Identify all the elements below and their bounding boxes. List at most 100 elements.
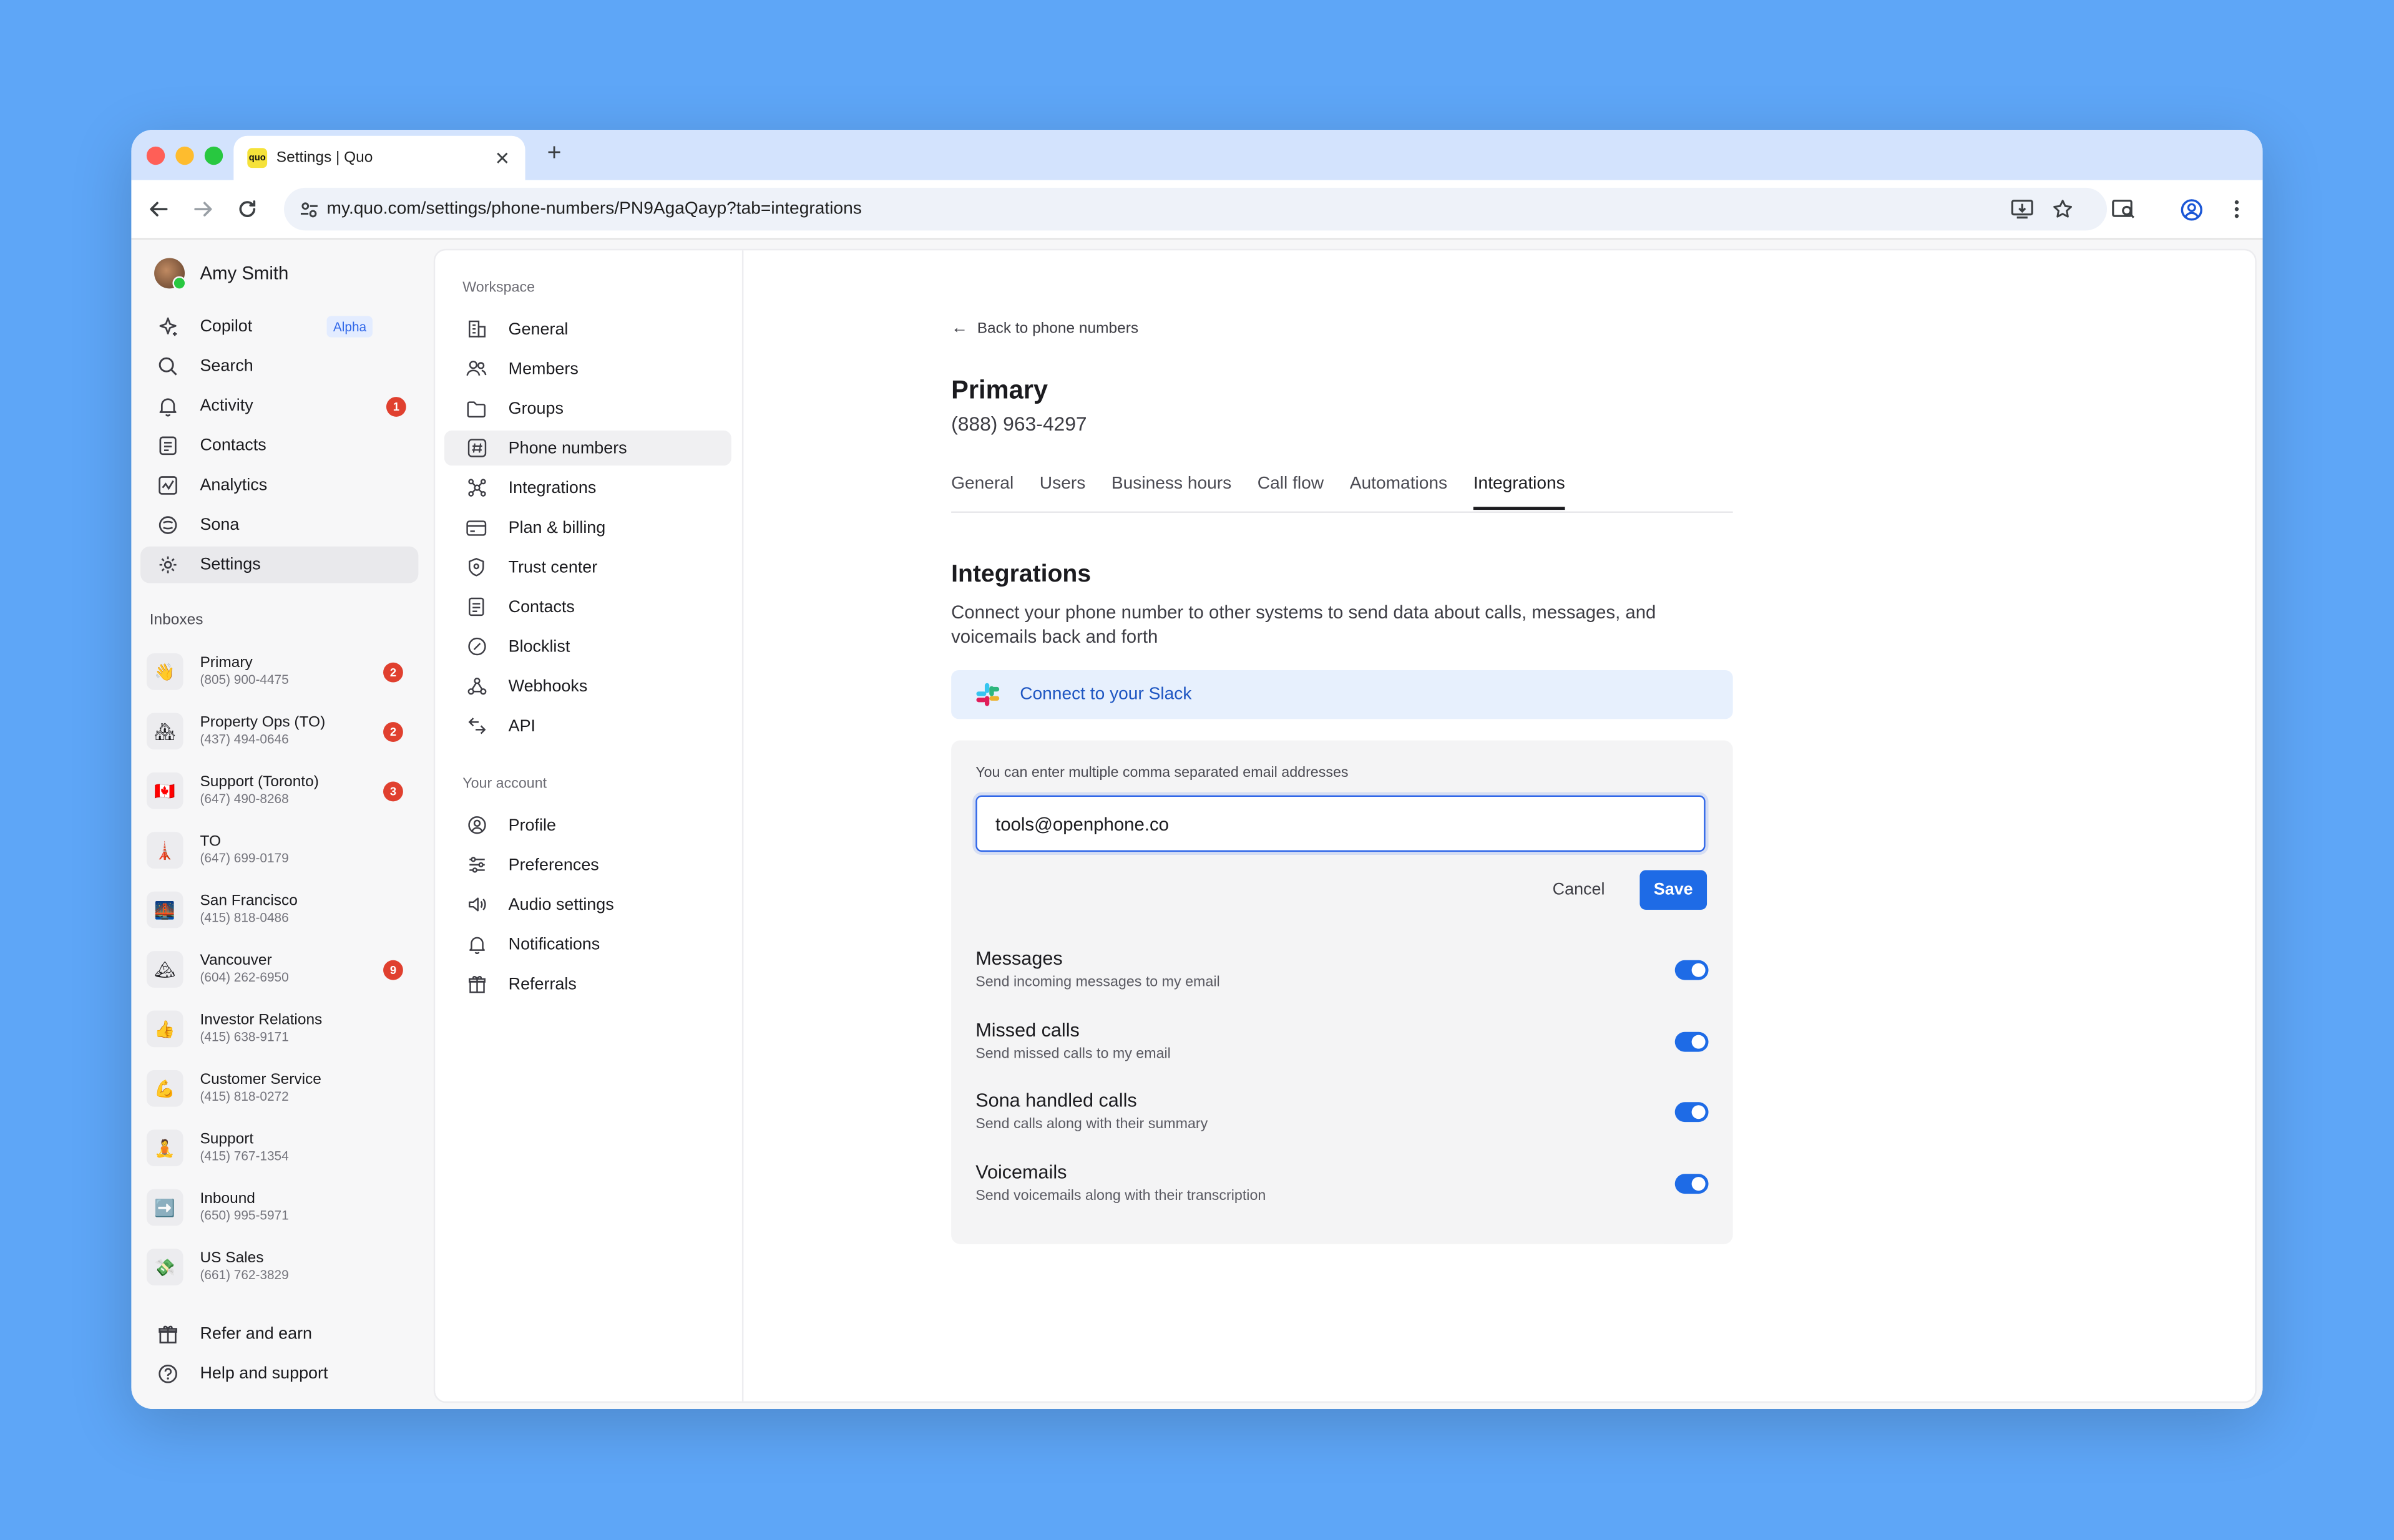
browser-menu-icon[interactable] [2222,194,2252,225]
messages-toggle[interactable] [1674,960,1709,980]
mountain-emoji-icon: 🏔 [146,951,183,988]
nav-analytics[interactable]: Analytics [140,467,418,504]
email-notifications-panel: You can enter multiple comma separated e… [951,740,1733,1244]
missed-calls-toggle[interactable] [1674,1031,1709,1052]
cancel-button[interactable]: Cancel [1542,870,1615,908]
gift-icon [466,973,487,995]
inbox-phone: (437) 494-0646 [200,731,289,746]
settings-item-label: Referrals [508,975,577,993]
nav-copilot[interactable]: Copilot Alpha [140,308,418,345]
close-window-button[interactable] [146,146,165,165]
settings-item-contacts[interactable]: Contacts [444,589,731,624]
pref-voicemails: Voicemails Send voicemails along with th… [975,1162,1709,1214]
sona-icon [156,513,180,537]
reload-icon[interactable] [230,192,264,226]
nav-help-and-support[interactable]: Help and support [140,1355,418,1392]
settings-item-trust-center[interactable]: Trust center [444,550,731,585]
settings-item-notifications[interactable]: Notifications [444,927,731,962]
settings-item-label: Groups [508,399,564,418]
settings-item-members[interactable]: Members [444,351,731,386]
nav-settings[interactable]: Settings [140,546,419,583]
unread-badge: 9 [383,959,403,980]
tab-close-icon[interactable]: ✕ [492,147,513,168]
settings-item-blocklist[interactable]: Blocklist [444,629,731,664]
inbox-item[interactable]: 🏔 Vancouver (604) 262-6950 9 [146,945,416,993]
tab-integrations[interactable]: Integrations [1473,475,1565,510]
nav-contacts[interactable]: Contacts [140,427,418,464]
search-tabs-icon[interactable] [2108,194,2139,225]
site-settings-icon[interactable] [296,197,321,222]
your-account-heading: Your account [462,775,547,792]
maximize-window-button[interactable] [204,146,223,165]
inbox-item[interactable]: 🗼 TO (647) 699-0179 [146,826,416,875]
bridge-emoji-icon: 🌉 [146,891,183,928]
settings-item-plan-billing[interactable]: Plan & billing [444,510,731,545]
profile-account-icon[interactable] [2176,194,2206,225]
browser-tab[interactable]: quo Settings | Quo ✕ [233,135,525,180]
tab-users[interactable]: Users [1040,475,1085,510]
inbox-item[interactable]: 💸 US Sales (661) 762-3829 [146,1242,416,1291]
phone-number-display: (888) 963-4297 [951,412,1087,436]
flexed-arm-emoji-icon: 💪 [146,1070,183,1107]
inbox-item[interactable]: 👍 Investor Relations (415) 638-9171 [146,1005,416,1053]
inbox-name: Support [200,1131,254,1149]
settings-item-label: General [508,319,569,338]
settings-item-audio-settings[interactable]: Audio settings [444,887,731,922]
email-input[interactable] [975,795,1706,852]
inbox-item[interactable]: 💪 Customer Service (415) 818-0272 [146,1064,416,1113]
contacts-icon [466,596,487,617]
address-bar[interactable]: my.quo.com/settings/phone-numbers/PN9Aga… [284,187,2108,231]
integrations-icon [466,477,487,499]
app-root: Amy Smith Copilot Alpha Search Activity … [131,240,2263,1410]
save-button[interactable]: Save [1639,870,1708,910]
inbox-item[interactable]: 🇨🇦 Support (Toronto) (647) 490-8268 3 [146,766,416,815]
meditation-emoji-icon: 🧘 [146,1129,183,1167]
settings-item-api[interactable]: API [444,708,731,743]
settings-item-label: Webhooks [508,676,588,696]
new-tab-icon[interactable]: + [540,140,568,168]
tab-automations[interactable]: Automations [1350,475,1447,510]
inbox-item[interactable]: 🌉 San Francisco (415) 818-0486 [146,885,416,934]
inbox-item[interactable]: ➡️ Inbound (650) 995-5971 [146,1183,416,1232]
card-icon [466,517,487,538]
nav-refer-and-earn[interactable]: Refer and earn [140,1316,418,1353]
webhook-icon [466,676,487,697]
back-arrow-icon[interactable] [142,192,176,226]
inbox-item[interactable]: 🏘 Property Ops (TO) (437) 494-0646 2 [146,707,416,756]
settings-item-webhooks[interactable]: Webhooks [444,669,731,704]
sona-handled-calls-toggle[interactable] [1674,1102,1709,1123]
install-app-icon[interactable] [2006,194,2037,225]
back-to-phone-numbers-link[interactable]: ← Back to phone numbers [951,319,1138,337]
section-description: Connect your phone number to other syste… [951,601,1656,648]
settings-item-general[interactable]: General [444,311,731,346]
bookmark-star-icon[interactable] [2048,194,2078,225]
inbox-item[interactable]: 🧘 Support (415) 767-1354 [146,1124,416,1172]
inbox-item[interactable]: 👋 Primary (805) 900-4475 2 [146,647,416,696]
forward-arrow-icon[interactable] [186,192,220,226]
minimize-window-button[interactable] [175,146,194,165]
settings-item-referrals[interactable]: Referrals [444,967,731,1001]
connect-slack-button[interactable]: Connect to your Slack [951,670,1733,719]
settings-item-integrations[interactable]: Integrations [444,470,731,505]
email-hint: You can enter multiple comma separated e… [975,764,1349,782]
settings-item-preferences[interactable]: Preferences [444,847,731,882]
settings-nav: Workspace General Members Groups Phone n… [435,250,744,1401]
api-icon [466,715,487,736]
nav-search[interactable]: Search [140,348,418,385]
gear-icon [156,553,180,577]
members-icon [466,358,487,379]
voicemails-toggle[interactable] [1674,1174,1709,1194]
settings-item-phone-numbers[interactable]: Phone numbers [444,430,731,466]
settings-item-profile[interactable]: Profile [444,807,731,842]
nav-activity[interactable]: Activity 1 [140,387,418,424]
alpha-badge: Alpha [327,316,373,338]
user-profile[interactable]: Amy Smith [154,258,289,290]
settings-item-groups[interactable]: Groups [444,391,731,426]
settings-item-label: Plan & billing [508,518,606,537]
pref-description: Send calls along with their summary [975,1116,1208,1133]
tab-general[interactable]: General [951,475,1014,510]
user-name: Amy Smith [200,262,289,285]
tab-business-hours[interactable]: Business hours [1112,475,1231,510]
nav-sona[interactable]: Sona [140,507,418,543]
tab-call-flow[interactable]: Call flow [1258,475,1324,510]
